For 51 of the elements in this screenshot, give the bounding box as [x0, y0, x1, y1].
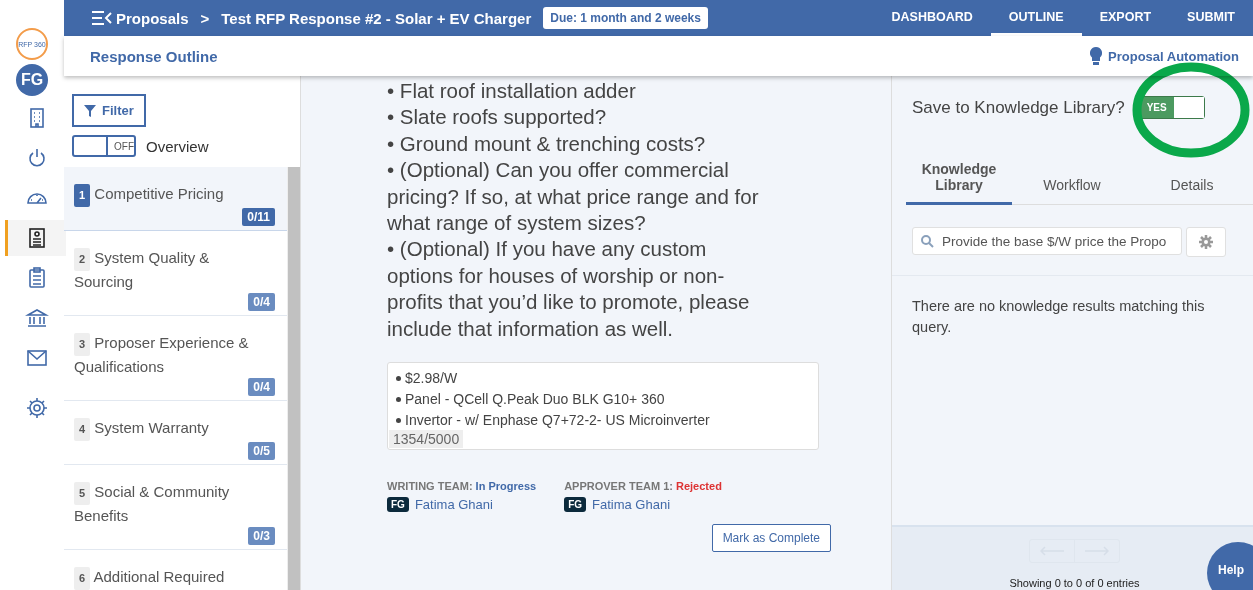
- question-text: • Flat roof installation adder • Slate roofs supported? • Ground mount & trenching costs? • (Optional) Can you offer commercial pricing? If so, at what price range and for what range of system sizes? • (Optional) If you have any custom options for houses of worship or non-profits that you’d like to promote, please include that information as well.: [387, 78, 759, 342]
- member-name[interactable]: Fatima Ghani: [414, 497, 493, 513]
- progress-count: 0/11: [242, 208, 275, 226]
- progress-count: 0/4: [248, 293, 275, 311]
- filter-button[interactable]: Filter: [72, 94, 146, 127]
- settings-icon: [1199, 235, 1213, 249]
- overview-toggle[interactable]: OFF: [72, 135, 136, 157]
- outline-section[interactable]: 5 Social & Community Benefits 0/3: [64, 465, 287, 550]
- rail-item[interactable]: [4, 220, 66, 256]
- member-name[interactable]: Fatima Ghani: [592, 497, 671, 513]
- user-avatar[interactable]: FG: [16, 64, 48, 96]
- nav-tab[interactable]: OUTLINE: [990, 0, 1082, 36]
- character-counter: 1354/5000: [389, 430, 464, 449]
- nav-tab[interactable]: SUBMIT: [1169, 0, 1253, 36]
- member-avatar: FG: [387, 497, 409, 513]
- team-status: APPROVER TEAM 1: Rejected: [564, 480, 722, 493]
- nav-tab[interactable]: EXPORT: [1081, 0, 1170, 36]
- breadcrumb-separator: >: [200, 9, 210, 27]
- outline-section[interactable]: 4 System Warranty 0/5: [64, 401, 287, 465]
- panel-tab[interactable]: Knowledge Library: [906, 153, 1012, 205]
- panel-tab[interactable]: Workflow: [1012, 153, 1132, 205]
- progress-count: 0/5: [248, 442, 275, 460]
- outline-section[interactable]: 2 System Quality & Sourcing 0/4: [64, 231, 287, 316]
- outline-section[interactable]: 1 Competitive Pricing 0/11: [64, 167, 287, 231]
- member-avatar: FG: [564, 497, 587, 513]
- proposals-link[interactable]: Proposals: [92, 9, 189, 27]
- filter-icon: [84, 104, 96, 117]
- proposal-title: Test RFP Response #2 - Solar + EV Charger: [221, 9, 532, 27]
- overview-label: Overview: [146, 137, 209, 155]
- panel-tab[interactable]: Details: [1132, 153, 1252, 205]
- bank-icon: [24, 306, 49, 330]
- progress-count: 0/3: [248, 527, 275, 545]
- answer-field[interactable]: $2.98/W Panel - QCell Q.Peak Duo BLK G10+ 360 Invertor - w/ Enphase Q7+72-2- US Microinverter 1354/5000: [387, 362, 819, 451]
- lightbulb-icon: [1090, 47, 1103, 65]
- mark-complete-button[interactable]: Mark as Complete: [711, 524, 831, 553]
- entries-info: Showing 0 to 0 of 0 entries: [1009, 577, 1140, 589]
- nav-tab[interactable]: DASHBOARD: [873, 0, 991, 36]
- search-icon: [921, 234, 934, 248]
- progress-count: 0/4: [248, 378, 275, 396]
- settings-button[interactable]: [1186, 227, 1226, 257]
- menu-collapse-icon: [92, 11, 112, 25]
- scrollbar[interactable]: [287, 167, 300, 590]
- outline-section[interactable]: 3 Proposer Experience & Qualifications 0/4: [64, 316, 287, 401]
- due-badge: Due: 1 month and 2 weeks: [543, 7, 708, 29]
- search-field[interactable]: Provide the base $/W price the Propo: [912, 227, 1182, 255]
- team-status: WRITING TEAM: In Progress: [387, 480, 537, 493]
- save-label: Save to Knowledge Library?: [912, 97, 1125, 118]
- empty-message: There are no knowledge results matching this query.: [912, 297, 1206, 337]
- proposal-automation-link[interactable]: Proposal Automation: [1090, 47, 1239, 65]
- page-title: Response Outline: [90, 47, 218, 65]
- settings-icon: [24, 396, 49, 420]
